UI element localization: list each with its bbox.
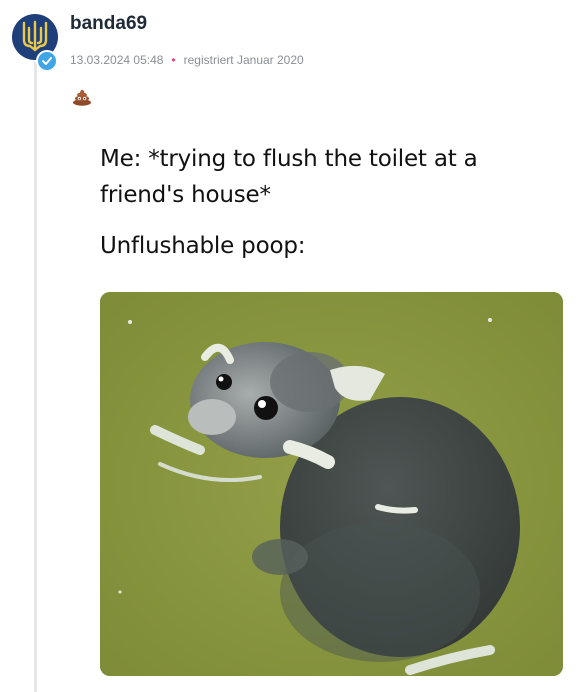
seal-in-water-image[interactable] bbox=[100, 292, 563, 676]
ukrainian-trident-icon bbox=[22, 20, 48, 52]
verified-badge bbox=[36, 50, 58, 72]
meme-caption-line-2: friend's house* bbox=[100, 182, 271, 208]
registration-date: registriert Januar 2020 bbox=[183, 53, 304, 67]
meme-caption-line-3: Unflushable poop: bbox=[100, 233, 306, 259]
poop-emoji-icon bbox=[73, 89, 91, 106]
post-meta: 13.03.2024 05:48 • registriert Januar 20… bbox=[70, 53, 304, 67]
verified-check-icon bbox=[42, 57, 52, 65]
meta-separator: • bbox=[171, 53, 176, 67]
seal-photo-illustration bbox=[100, 292, 563, 676]
post-timestamp[interactable]: 13.03.2024 05:48 bbox=[70, 53, 163, 67]
meme-caption-line-1: Me: *trying to flush the toilet at a bbox=[100, 146, 478, 172]
username-link[interactable]: banda69 bbox=[70, 13, 147, 35]
thread-line bbox=[34, 62, 37, 692]
